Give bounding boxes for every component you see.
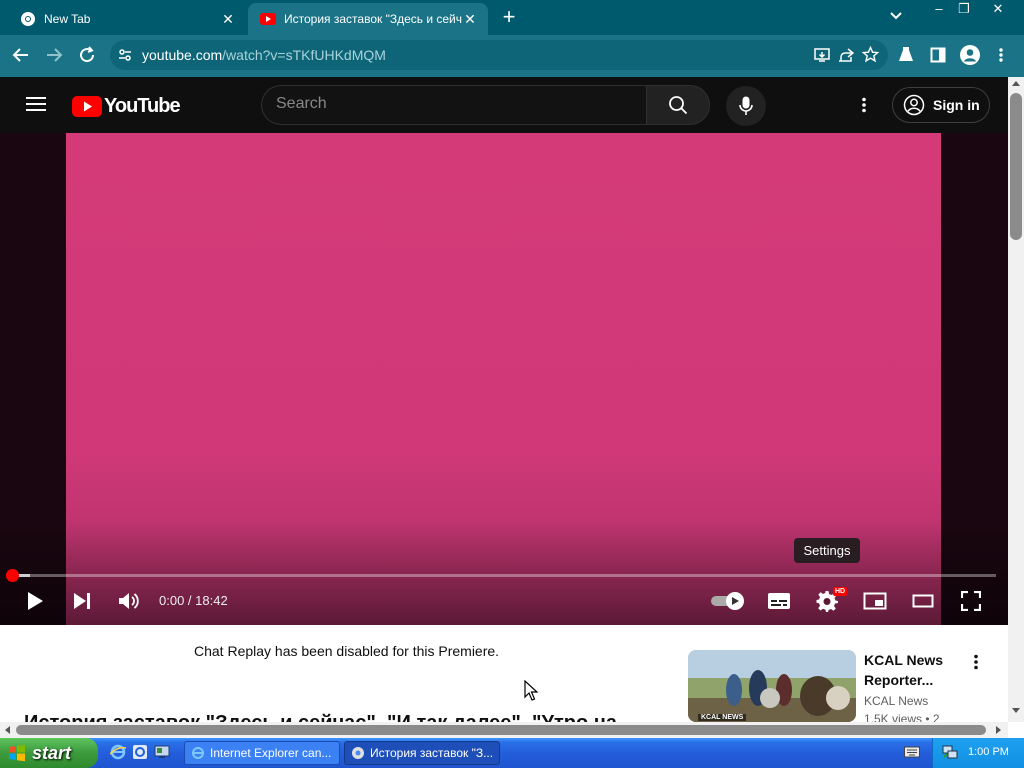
bookmark-star-icon[interactable]	[862, 46, 879, 63]
scroll-right-arrow-icon[interactable]	[996, 726, 1002, 734]
close-tab-icon[interactable]: ✕	[462, 11, 478, 27]
thumbnail-channel-label: KCAL NEWS	[698, 714, 747, 721]
show-desktop-icon[interactable]	[154, 744, 170, 760]
progress-scrubber-handle[interactable]	[6, 569, 19, 582]
search-input[interactable]	[276, 95, 636, 113]
autoplay-switch-icon	[711, 592, 744, 610]
taskbar-item-label: Internet Explorer can...	[210, 746, 332, 760]
forward-arrow-icon[interactable]	[45, 46, 63, 64]
miniplayer-icon	[863, 592, 887, 610]
vertical-scrollbar-thumb[interactable]	[1010, 93, 1022, 240]
voice-search-button[interactable]	[726, 86, 766, 126]
site-info-icon[interactable]	[118, 48, 132, 62]
microphone-icon	[739, 96, 753, 115]
scroll-down-arrow-icon[interactable]	[1012, 708, 1020, 714]
subtitles-icon	[768, 593, 790, 609]
tab-active-youtube[interactable]: История заставок "Здесь и сейчас" ✕	[248, 3, 488, 35]
controls-gradient	[0, 520, 1008, 625]
start-button[interactable]: start	[0, 738, 98, 768]
chat-replay-notice: Chat Replay has been disabled for this P…	[194, 643, 500, 659]
scroll-up-arrow-icon[interactable]	[1012, 80, 1020, 86]
skip-next-icon	[74, 593, 90, 609]
back-arrow-icon[interactable]	[12, 46, 30, 64]
recommended-video-thumbnail[interactable]	[688, 650, 856, 722]
youtube-play-logo-icon	[72, 96, 102, 117]
extensions-icon[interactable]	[898, 46, 914, 63]
taskbar-item-internet-explorer[interactable]: Internet Explorer can...	[184, 741, 340, 765]
start-label: start	[32, 742, 72, 763]
new-tab-plus-icon[interactable]: +	[498, 6, 520, 28]
youtube-logo[interactable]: YouTube	[72, 95, 181, 118]
share-icon[interactable]	[838, 47, 854, 63]
volume-button[interactable]	[114, 588, 144, 614]
close-window-button[interactable]: ✕	[978, 0, 1018, 18]
theater-mode-icon	[912, 594, 934, 608]
settings-tooltip: Settings	[794, 538, 860, 563]
hamburger-menu-icon[interactable]	[26, 96, 46, 112]
fullscreen-icon	[961, 591, 981, 611]
youtube-favicon-icon	[260, 13, 276, 25]
theater-mode-button[interactable]	[908, 588, 938, 614]
side-panel-icon[interactable]	[930, 47, 946, 63]
tab-new-tab[interactable]: New Tab ✕	[8, 3, 246, 35]
play-button[interactable]	[22, 588, 48, 614]
time-display: 0:00 / 18:42	[159, 593, 228, 608]
tab-title: New Tab	[44, 12, 91, 26]
reload-icon[interactable]	[78, 46, 96, 64]
search-icon	[669, 96, 688, 115]
chrome-menu-icon[interactable]	[998, 47, 1004, 63]
recommended-video-title[interactable]: KCAL News Reporter...	[864, 650, 974, 690]
restore-button[interactable]: ❐	[953, 0, 975, 18]
url-path: /watch?v=sTKfUHKdMQM	[222, 47, 386, 63]
thumbnail-image	[688, 650, 856, 722]
kebab-menu-icon	[974, 654, 978, 670]
next-video-button[interactable]	[68, 588, 96, 614]
minimize-button[interactable]: –	[928, 0, 950, 18]
settings-kebab-icon[interactable]	[861, 97, 867, 113]
taskbar-item-label: История заставок "З...	[370, 746, 494, 760]
profile-avatar-icon[interactable]	[959, 44, 981, 66]
fullscreen-button[interactable]	[956, 587, 986, 615]
url-host: youtube.com	[142, 47, 223, 63]
taskbar-clock: 1:00 PM	[968, 746, 1009, 758]
install-app-icon[interactable]	[814, 47, 830, 63]
url-text[interactable]: youtube.com/watch?v=sTKfUHKdMQM	[142, 47, 386, 63]
play-icon	[28, 592, 43, 610]
youtube-logo-text: YouTube	[104, 95, 181, 117]
chrome-icon	[20, 11, 36, 27]
close-tab-icon[interactable]: ✕	[220, 11, 236, 27]
miniplayer-button[interactable]	[860, 588, 890, 614]
taskbar-item-chrome[interactable]: История заставок "З...	[344, 741, 500, 765]
search-button[interactable]	[646, 85, 710, 125]
account-circle-icon	[903, 94, 925, 116]
hd-badge: HD	[833, 587, 848, 596]
autoplay-toggle[interactable]	[710, 590, 746, 612]
tab-search-chevron-icon[interactable]	[889, 9, 903, 23]
mouse-cursor-icon	[524, 680, 538, 702]
subtitles-button[interactable]	[764, 588, 794, 614]
scroll-left-arrow-icon[interactable]	[4, 726, 10, 734]
network-tray-icon[interactable]	[942, 745, 958, 759]
recommended-video-channel[interactable]: KCAL News	[864, 694, 928, 708]
ie-icon	[192, 747, 204, 759]
ie-quicklaunch-icon[interactable]	[110, 744, 126, 760]
tab-title: История заставок "Здесь и сейчас"	[284, 12, 462, 26]
horizontal-scrollbar-thumb[interactable]	[16, 725, 986, 735]
keyboard-layout-icon[interactable]	[904, 745, 920, 759]
chrome-icon	[352, 747, 364, 759]
sign-in-label: Sign in	[933, 97, 980, 113]
windows-flag-icon	[9, 744, 25, 762]
browser-quicklaunch-icon[interactable]	[132, 744, 148, 760]
progress-bar[interactable]	[12, 574, 996, 577]
recommended-video-menu-button[interactable]	[966, 652, 986, 672]
volume-icon	[119, 593, 139, 609]
sign-in-button[interactable]: Sign in	[892, 87, 990, 123]
